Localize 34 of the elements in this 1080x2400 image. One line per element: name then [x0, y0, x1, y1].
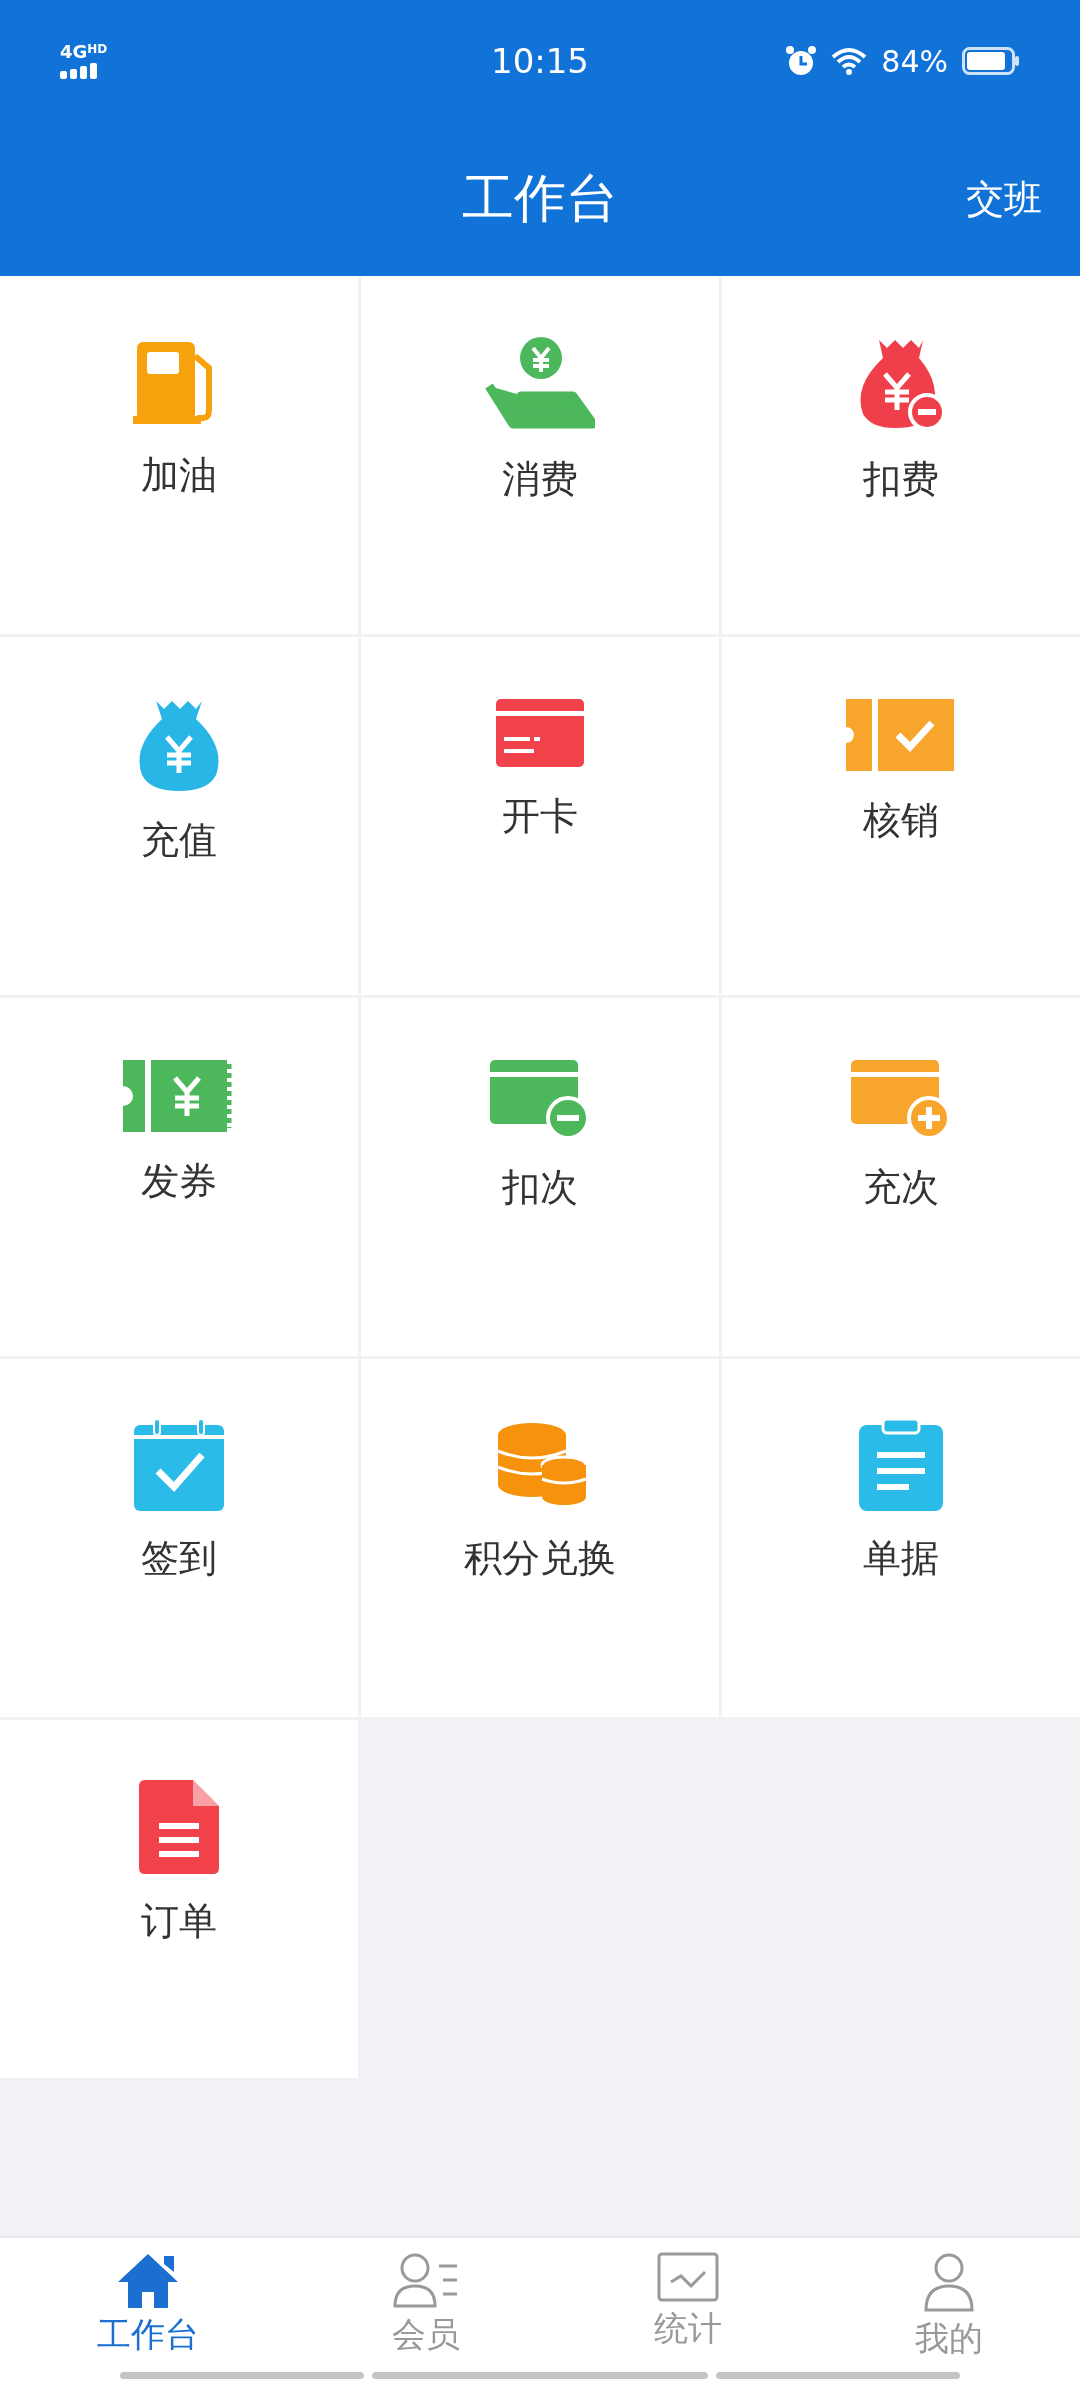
wifi-icon	[831, 47, 868, 75]
function-tile[interactable]: 积分兑换	[361, 1359, 719, 1717]
network-label: 4G	[60, 43, 88, 61]
members-icon	[393, 2252, 460, 2308]
battery-percent: 84%	[881, 43, 948, 79]
card-icon	[496, 697, 584, 769]
function-tile[interactable]: 充次	[722, 998, 1080, 1356]
function-tile[interactable]: 开卡	[361, 637, 719, 995]
status-time: 10:15	[491, 41, 589, 81]
clipboard-icon	[859, 1419, 943, 1511]
tab-bar-item[interactable]: 工作台	[76, 2252, 219, 2362]
ticket-icon	[123, 1058, 235, 1134]
handover-button[interactable]: 交班	[958, 165, 1050, 233]
function-tile[interactable]: 签到	[0, 1359, 358, 1717]
document-icon	[139, 1780, 219, 1874]
network-extra-label: HD	[87, 43, 108, 55]
page-title: 工作台	[462, 167, 618, 230]
function-tile[interactable]: 核销	[722, 637, 1080, 995]
hand-coin-icon	[485, 336, 595, 432]
user-icon	[924, 2252, 975, 2312]
function-tile[interactable]: 订单	[0, 1720, 358, 2078]
function-tile[interactable]: 扣次	[361, 998, 719, 1356]
alarm-icon	[785, 45, 818, 77]
function-tile[interactable]: 扣费	[722, 276, 1080, 634]
battery-icon	[962, 47, 1020, 75]
signal-icon	[60, 63, 98, 79]
function-tile[interactable]: 加油	[0, 276, 358, 634]
function-tile[interactable]: 充值	[0, 637, 358, 995]
function-tile[interactable]: 发券	[0, 998, 358, 1356]
calendar-check-icon	[134, 1419, 224, 1511]
function-tile[interactable]: 单据	[722, 1359, 1080, 1717]
function-tile[interactable]: 消费	[361, 276, 719, 634]
line-chart-icon	[656, 2252, 719, 2302]
ticket-check-icon	[846, 697, 956, 773]
